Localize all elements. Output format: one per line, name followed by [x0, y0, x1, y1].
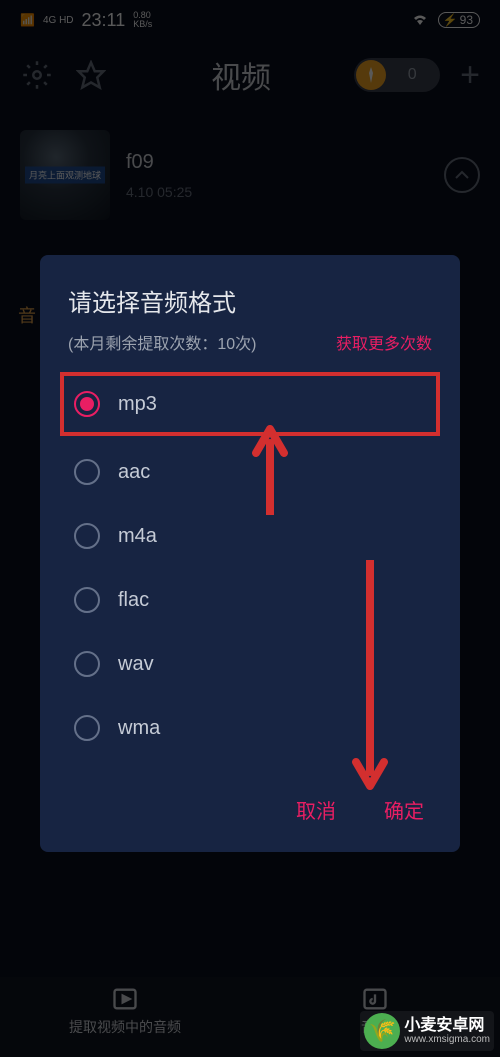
radio-icon	[74, 587, 100, 613]
radio-icon	[74, 715, 100, 741]
radio-icon	[74, 523, 100, 549]
option-label: wma	[118, 717, 160, 740]
watermark-logo-icon: 🌾	[364, 1013, 400, 1049]
watermark-url: www.xmsigma.com	[404, 1034, 490, 1045]
option-label: flac	[118, 589, 149, 612]
confirm-button[interactable]: 确定	[384, 795, 424, 824]
cancel-button[interactable]: 取消	[296, 795, 336, 824]
radio-icon	[74, 459, 100, 485]
watermark: 🌾 小麦安卓网 www.xmsigma.com	[360, 1011, 494, 1051]
dialog-subtitle: (本月剩余提取次数：10次)	[68, 330, 256, 354]
format-dialog: 请选择音频格式 (本月剩余提取次数：10次) 获取更多次数 mp3 aac m4…	[40, 255, 460, 852]
option-label: wav	[118, 653, 154, 676]
get-more-link[interactable]: 获取更多次数	[336, 330, 432, 354]
option-label: m4a	[118, 525, 157, 548]
annotation-arrow-up-icon	[250, 425, 290, 520]
radio-icon	[74, 651, 100, 677]
watermark-title: 小麦安卓网	[404, 1017, 490, 1035]
annotation-arrow-down-icon	[350, 560, 390, 795]
radio-icon	[74, 391, 100, 417]
option-label: mp3	[118, 393, 157, 416]
dialog-title: 请选择音频格式	[68, 283, 432, 318]
option-label: aac	[118, 461, 150, 484]
